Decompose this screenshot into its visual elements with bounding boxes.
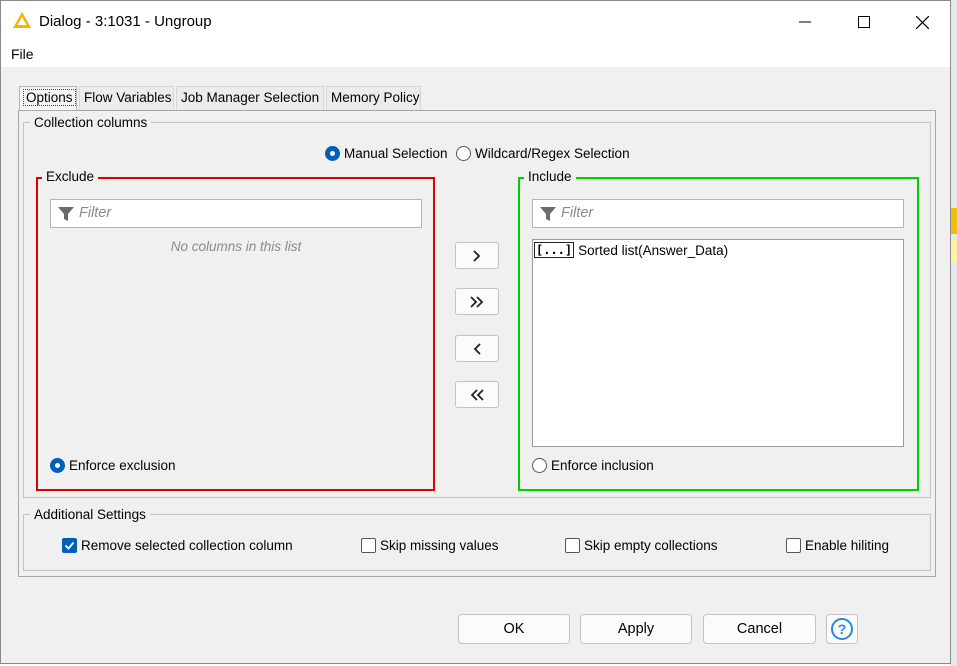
filter-funnel-icon (540, 207, 556, 221)
background-window-edge (950, 0, 957, 666)
checkbox-checked-icon (62, 538, 77, 553)
tab-options[interactable]: Options (19, 86, 77, 110)
skip-missing-values-checkbox[interactable]: Skip missing values (361, 538, 499, 553)
skip-empty-collections-checkbox[interactable]: Skip empty collections (565, 538, 718, 553)
cancel-label: Cancel (736, 621, 783, 637)
window-title: Dialog - 3:1031 - Ungroup (39, 13, 212, 30)
include-filter-input[interactable]: Filter (532, 199, 904, 228)
enforce-inclusion-label: Enforce inclusion (551, 458, 654, 473)
additional-settings-title: Additional Settings (30, 507, 150, 522)
title-bar: Dialog - 3:1031 - Ungroup (1, 1, 950, 41)
remove-button[interactable] (455, 335, 499, 362)
radio-selected-icon (325, 146, 340, 161)
exclude-filter-input[interactable]: Filter (50, 199, 422, 228)
exclude-title: Exclude (42, 169, 99, 184)
apply-button[interactable]: Apply (580, 614, 692, 644)
include-filter-placeholder: Filter (561, 205, 594, 221)
menu-bar: File (1, 41, 950, 67)
ok-button[interactable]: OK (458, 614, 570, 644)
radio-unselected-icon (456, 146, 471, 161)
close-button[interactable] (899, 7, 945, 37)
tab-flow-variables-label: Flow Variables (84, 90, 172, 105)
exclude-empty-message: No columns in this list (170, 239, 302, 254)
help-button[interactable]: ? (826, 614, 858, 644)
ok-label: OK (503, 621, 525, 637)
maximize-icon (858, 16, 870, 28)
filter-funnel-icon (58, 207, 74, 221)
wildcard-regex-radio[interactable]: Wildcard/Regex Selection (456, 146, 630, 161)
tab-options-label: Options (23, 89, 76, 106)
background-highlight (950, 240, 957, 262)
tab-memory-policy-label: Memory Policy (331, 90, 420, 105)
apply-label: Apply (617, 621, 655, 637)
manual-selection-radio[interactable]: Manual Selection (325, 146, 448, 161)
list-item[interactable]: [...] Sorted list(Answer_Data) (534, 242, 728, 258)
enable-hiliting-checkbox[interactable]: Enable hiliting (786, 538, 889, 553)
include-title: Include (524, 169, 576, 184)
tab-memory-policy[interactable]: Memory Policy (326, 86, 421, 110)
chevron-right-icon (473, 249, 481, 262)
chevron-left-icon (473, 342, 481, 355)
list-item-label: Sorted list(Answer_Data) (578, 242, 729, 258)
tab-flow-variables[interactable]: Flow Variables (79, 86, 174, 110)
add-all-button[interactable] (455, 288, 499, 315)
tab-job-manager-selection[interactable]: Job Manager Selection (176, 86, 324, 110)
close-icon (915, 15, 929, 29)
enforce-exclusion-label: Enforce exclusion (69, 458, 176, 473)
maximize-button[interactable] (841, 7, 887, 37)
menu-file[interactable]: File (11, 46, 34, 62)
wildcard-regex-label: Wildcard/Regex Selection (475, 146, 630, 161)
double-chevron-right-icon (470, 295, 484, 308)
warning-triangle-icon (13, 12, 31, 28)
options-panel: Collection columns Manual Selection Wild… (18, 110, 936, 577)
double-chevron-left-icon (470, 388, 484, 401)
remove-collection-column-label: Remove selected collection column (81, 538, 293, 553)
tab-job-manager-label: Job Manager Selection (181, 90, 320, 105)
list-type-icon: [...] (534, 242, 575, 258)
radio-unselected-icon (532, 458, 547, 473)
checkmark-icon (64, 541, 75, 550)
minimize-button[interactable] (782, 7, 828, 37)
background-highlight (950, 208, 957, 234)
help-icon: ? (831, 618, 853, 640)
enforce-inclusion-radio[interactable]: Enforce inclusion (532, 458, 654, 473)
add-button[interactable] (455, 242, 499, 269)
skip-empty-collections-label: Skip empty collections (584, 538, 718, 553)
enable-hiliting-label: Enable hiliting (805, 538, 890, 553)
remove-collection-column-checkbox[interactable]: Remove selected collection column (62, 538, 293, 553)
include-column-list[interactable]: [...] Sorted list(Answer_Data) (532, 239, 904, 447)
remove-all-button[interactable] (455, 381, 499, 408)
exclude-filter-placeholder: Filter (79, 205, 112, 221)
enforce-exclusion-radio[interactable]: Enforce exclusion (50, 458, 176, 473)
collection-columns-title: Collection columns (30, 115, 152, 130)
skip-missing-values-label: Skip missing values (380, 538, 499, 553)
checkbox-unchecked-icon (786, 538, 801, 553)
radio-selected-icon (50, 458, 65, 473)
cancel-button[interactable]: Cancel (703, 614, 816, 644)
manual-selection-label: Manual Selection (344, 146, 448, 161)
dialog-window: Dialog - 3:1031 - Ungroup File Options F… (0, 0, 951, 664)
minimize-icon (799, 21, 811, 23)
checkbox-unchecked-icon (361, 538, 376, 553)
checkbox-unchecked-icon (565, 538, 580, 553)
